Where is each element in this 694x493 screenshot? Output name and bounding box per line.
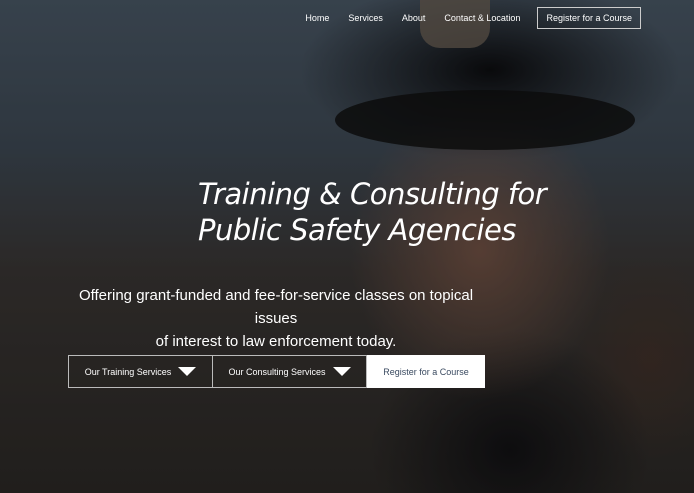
nav-services[interactable]: Services: [348, 13, 383, 23]
caret-down-icon: [332, 367, 351, 376]
nav-about[interactable]: About: [402, 13, 426, 23]
hero-subtitle: Offering grant-funded and fee-for-servic…: [60, 284, 492, 353]
hero-title: Training & Consulting for Public Safety …: [198, 176, 547, 248]
hero-buttons: Our Training Services Our Consulting Ser…: [68, 355, 485, 388]
caret-down-icon: [178, 367, 197, 376]
consulting-services-label: Our Consulting Services: [228, 366, 326, 377]
consulting-services-dropdown[interactable]: Our Consulting Services: [213, 355, 367, 388]
hero-subtitle-line2: of interest to law enforcement today.: [155, 333, 397, 350]
hero-title-line2: Public Safety Agencies: [198, 213, 516, 247]
training-services-label: Our Training Services: [84, 366, 172, 377]
training-services-dropdown[interactable]: Our Training Services: [68, 355, 213, 388]
top-nav: Home Services About Contact & Location R…: [286, 7, 641, 29]
hero-title-line1: Training & Consulting for: [198, 177, 547, 211]
register-course-label: Register for a Course: [383, 366, 469, 377]
nav-register-button[interactable]: Register for a Course: [537, 7, 641, 29]
hero-subtitle-line1: Offering grant-funded and fee-for-servic…: [78, 287, 474, 327]
nav-contact[interactable]: Contact & Location: [444, 13, 520, 23]
register-course-button[interactable]: Register for a Course: [367, 355, 485, 388]
nav-home[interactable]: Home: [305, 13, 329, 23]
